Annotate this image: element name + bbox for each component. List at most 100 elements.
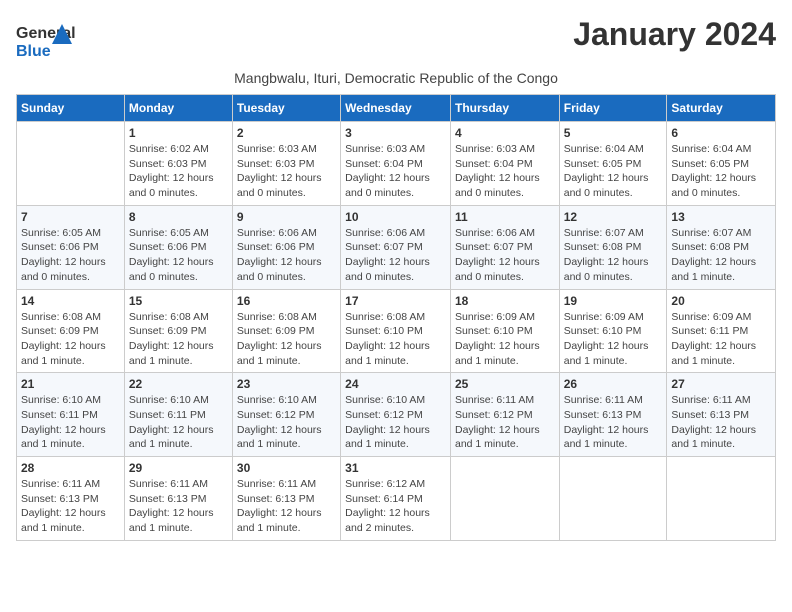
week-row-4: 21 Sunrise: 6:10 AM Sunset: 6:11 PM Dayli…: [17, 373, 776, 457]
calendar-cell: 23 Sunrise: 6:10 AM Sunset: 6:12 PM Dayli…: [232, 373, 340, 457]
calendar-cell: 27Sunrise: 6:11 AM Sunset: 6:13 PM Dayli…: [667, 373, 776, 457]
day-detail: Sunrise: 6:11 AM Sunset: 6:13 PM Dayligh…: [237, 477, 336, 536]
calendar-cell: 5 Sunrise: 6:04 AM Sunset: 6:05 PM Daylig…: [559, 122, 667, 206]
calendar-cell: 26 Sunrise: 6:11 AM Sunset: 6:13 PM Dayli…: [559, 373, 667, 457]
day-number: 28: [21, 461, 120, 475]
day-detail: Sunrise: 6:03 AM Sunset: 6:04 PM Dayligh…: [455, 142, 555, 201]
day-number: 19: [564, 294, 663, 308]
calendar-cell: 28 Sunrise: 6:11 AM Sunset: 6:13 PM Dayli…: [17, 457, 125, 541]
day-detail: Sunrise: 6:05 AM Sunset: 6:06 PM Dayligh…: [21, 226, 120, 285]
day-number: 12: [564, 210, 663, 224]
calendar-cell: 2 Sunrise: 6:03 AM Sunset: 6:03 PM Daylig…: [232, 122, 340, 206]
day-detail: Sunrise: 6:08 AM Sunset: 6:10 PM Dayligh…: [345, 310, 446, 369]
calendar-cell: 20 Sunrise: 6:09 AM Sunset: 6:11 PM Dayli…: [667, 289, 776, 373]
calendar-subtitle: Mangbwalu, Ituri, Democratic Republic of…: [16, 70, 776, 86]
day-number: 7: [21, 210, 120, 224]
calendar-cell: [450, 457, 559, 541]
calendar-cell: 1 Sunrise: 6:02 AM Sunset: 6:03 PM Daylig…: [124, 122, 232, 206]
day-detail: Sunrise: 6:02 AM Sunset: 6:03 PM Dayligh…: [129, 142, 228, 201]
header-friday: Friday: [559, 95, 667, 122]
day-detail: Sunrise: 6:10 AM Sunset: 6:11 PM Dayligh…: [21, 393, 120, 452]
week-row-1: 1 Sunrise: 6:02 AM Sunset: 6:03 PM Daylig…: [17, 122, 776, 206]
day-number: 2: [237, 126, 336, 140]
calendar-cell: 10 Sunrise: 6:06 AM Sunset: 6:07 PM Dayli…: [341, 205, 451, 289]
calendar-cell: 13 Sunrise: 6:07 AM Sunset: 6:08 PM Dayli…: [667, 205, 776, 289]
calendar-cell: 9 Sunrise: 6:06 AM Sunset: 6:06 PM Daylig…: [232, 205, 340, 289]
day-detail: Sunrise: 6:11 AM Sunset: 6:13 PM Dayligh…: [564, 393, 663, 452]
svg-text:Blue: Blue: [16, 43, 51, 60]
day-number: 14: [21, 294, 120, 308]
day-detail: Sunrise: 6:07 AM Sunset: 6:08 PM Dayligh…: [564, 226, 663, 285]
day-number: 11: [455, 210, 555, 224]
calendar-header-row: SundayMondayTuesdayWednesdayThursdayFrid…: [17, 95, 776, 122]
day-number: 1: [129, 126, 228, 140]
day-detail: Sunrise: 6:04 AM Sunset: 6:05 PM Dayligh…: [671, 142, 771, 201]
day-detail: Sunrise: 6:08 AM Sunset: 6:09 PM Dayligh…: [129, 310, 228, 369]
day-detail: Sunrise: 6:10 AM Sunset: 6:12 PM Dayligh…: [345, 393, 446, 452]
day-detail: Sunrise: 6:04 AM Sunset: 6:05 PM Dayligh…: [564, 142, 663, 201]
week-row-3: 14 Sunrise: 6:08 AM Sunset: 6:09 PM Dayli…: [17, 289, 776, 373]
calendar-cell: 6Sunrise: 6:04 AM Sunset: 6:05 PM Daylig…: [667, 122, 776, 206]
day-detail: Sunrise: 6:06 AM Sunset: 6:07 PM Dayligh…: [345, 226, 446, 285]
day-number: 31: [345, 461, 446, 475]
header-sunday: Sunday: [17, 95, 125, 122]
day-number: 24: [345, 377, 446, 391]
day-number: 16: [237, 294, 336, 308]
calendar-cell: [667, 457, 776, 541]
day-number: 29: [129, 461, 228, 475]
calendar-table: SundayMondayTuesdayWednesdayThursdayFrid…: [16, 94, 776, 541]
day-number: 5: [564, 126, 663, 140]
day-detail: Sunrise: 6:11 AM Sunset: 6:13 PM Dayligh…: [21, 477, 120, 536]
calendar-cell: 11 Sunrise: 6:06 AM Sunset: 6:07 PM Dayli…: [450, 205, 559, 289]
day-number: 22: [129, 377, 228, 391]
page-header: General Blue January 2024: [16, 16, 776, 66]
calendar-cell: 16 Sunrise: 6:08 AM Sunset: 6:09 PM Dayli…: [232, 289, 340, 373]
day-detail: Sunrise: 6:12 AM Sunset: 6:14 PM Dayligh…: [345, 477, 446, 536]
day-detail: Sunrise: 6:09 AM Sunset: 6:10 PM Dayligh…: [455, 310, 555, 369]
calendar-cell: 18Sunrise: 6:09 AM Sunset: 6:10 PM Dayli…: [450, 289, 559, 373]
day-number: 23: [237, 377, 336, 391]
calendar-cell: 22 Sunrise: 6:10 AM Sunset: 6:11 PM Dayli…: [124, 373, 232, 457]
day-number: 21: [21, 377, 120, 391]
day-number: 20: [671, 294, 771, 308]
logo-icon: General Blue: [16, 16, 76, 66]
calendar-cell: [559, 457, 667, 541]
calendar-cell: 19 Sunrise: 6:09 AM Sunset: 6:10 PM Dayli…: [559, 289, 667, 373]
header-saturday: Saturday: [667, 95, 776, 122]
calendar-cell: 21 Sunrise: 6:10 AM Sunset: 6:11 PM Dayli…: [17, 373, 125, 457]
calendar-cell: 12 Sunrise: 6:07 AM Sunset: 6:08 PM Dayli…: [559, 205, 667, 289]
calendar-cell: 17Sunrise: 6:08 AM Sunset: 6:10 PM Dayli…: [341, 289, 451, 373]
day-detail: Sunrise: 6:08 AM Sunset: 6:09 PM Dayligh…: [237, 310, 336, 369]
day-detail: Sunrise: 6:07 AM Sunset: 6:08 PM Dayligh…: [671, 226, 771, 285]
calendar-cell: 14Sunrise: 6:08 AM Sunset: 6:09 PM Dayli…: [17, 289, 125, 373]
day-detail: Sunrise: 6:06 AM Sunset: 6:07 PM Dayligh…: [455, 226, 555, 285]
calendar-cell: 24 Sunrise: 6:10 AM Sunset: 6:12 PM Dayli…: [341, 373, 451, 457]
day-detail: Sunrise: 6:10 AM Sunset: 6:11 PM Dayligh…: [129, 393, 228, 452]
day-detail: Sunrise: 6:11 AM Sunset: 6:12 PM Dayligh…: [455, 393, 555, 452]
calendar-cell: 30Sunrise: 6:11 AM Sunset: 6:13 PM Dayli…: [232, 457, 340, 541]
header-monday: Monday: [124, 95, 232, 122]
day-detail: Sunrise: 6:06 AM Sunset: 6:06 PM Dayligh…: [237, 226, 336, 285]
month-title: January 2024: [573, 16, 776, 53]
day-detail: Sunrise: 6:09 AM Sunset: 6:11 PM Dayligh…: [671, 310, 771, 369]
calendar-cell: 29Sunrise: 6:11 AM Sunset: 6:13 PM Dayli…: [124, 457, 232, 541]
calendar-cell: 8Sunrise: 6:05 AM Sunset: 6:06 PM Daylig…: [124, 205, 232, 289]
logo: General Blue: [16, 16, 76, 66]
header-thursday: Thursday: [450, 95, 559, 122]
day-number: 13: [671, 210, 771, 224]
day-detail: Sunrise: 6:09 AM Sunset: 6:10 PM Dayligh…: [564, 310, 663, 369]
day-number: 26: [564, 377, 663, 391]
day-detail: Sunrise: 6:03 AM Sunset: 6:03 PM Dayligh…: [237, 142, 336, 201]
day-number: 10: [345, 210, 446, 224]
day-number: 9: [237, 210, 336, 224]
day-number: 8: [129, 210, 228, 224]
calendar-cell: 4 Sunrise: 6:03 AM Sunset: 6:04 PM Daylig…: [450, 122, 559, 206]
day-number: 25: [455, 377, 555, 391]
header-wednesday: Wednesday: [341, 95, 451, 122]
calendar-cell: [17, 122, 125, 206]
week-row-2: 7 Sunrise: 6:05 AM Sunset: 6:06 PM Daylig…: [17, 205, 776, 289]
day-detail: Sunrise: 6:10 AM Sunset: 6:12 PM Dayligh…: [237, 393, 336, 452]
day-number: 4: [455, 126, 555, 140]
calendar-cell: 15Sunrise: 6:08 AM Sunset: 6:09 PM Dayli…: [124, 289, 232, 373]
day-detail: Sunrise: 6:11 AM Sunset: 6:13 PM Dayligh…: [671, 393, 771, 452]
